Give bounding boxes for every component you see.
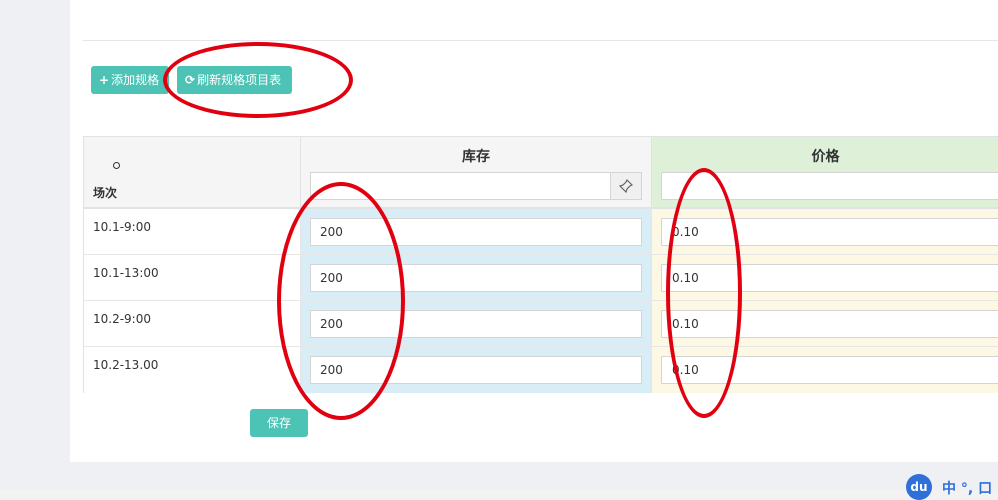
stock-input[interactable]: 200 bbox=[310, 218, 642, 246]
price-column-title: 价格 bbox=[811, 149, 840, 165]
stock-column-header: 库存 bbox=[301, 137, 652, 209]
table-row: 10.2-9:00 200 0.10 bbox=[84, 301, 998, 347]
stock-input[interactable]: 200 bbox=[310, 310, 642, 338]
table-row: 10.1-13:00 200 0.10 bbox=[84, 255, 998, 301]
stock-batch-input[interactable] bbox=[310, 172, 642, 200]
table-row: 10.1-9:00 200 0.10 bbox=[84, 209, 998, 255]
radio-icon[interactable] bbox=[113, 162, 120, 169]
add-spec-button[interactable]: + 添加规格 bbox=[91, 66, 169, 94]
row-header-cell: 场次 bbox=[84, 137, 301, 209]
refresh-spec-table-button[interactable]: ⟳ 刷新规格项目表 bbox=[177, 66, 292, 94]
spec-table: 场次 库存 价格 10.1-9:00 200 0.10 10.1-13:00 2… bbox=[83, 136, 998, 393]
apply-to-all-button[interactable] bbox=[610, 173, 641, 199]
pin-icon bbox=[619, 179, 633, 193]
row-name: 10.1-13:00 bbox=[93, 266, 159, 280]
divider bbox=[83, 40, 998, 41]
stock-input[interactable]: 200 bbox=[310, 264, 642, 292]
price-input[interactable]: 0.10 bbox=[661, 310, 998, 338]
row-name: 10.2-13.00 bbox=[93, 358, 159, 372]
ime-logo-icon: du bbox=[906, 474, 932, 500]
row-name: 10.2-9:00 bbox=[93, 312, 151, 326]
table-row: 10.2-13.00 200 0.10 bbox=[84, 347, 998, 393]
price-input[interactable]: 0.10 bbox=[661, 264, 998, 292]
plus-icon: + bbox=[99, 73, 110, 87]
price-input[interactable]: 0.10 bbox=[661, 218, 998, 246]
ime-status: 中 °, 口 bbox=[942, 481, 993, 497]
row-header-label: 场次 bbox=[93, 186, 118, 200]
stock-input[interactable]: 200 bbox=[310, 356, 642, 384]
price-column-header: 价格 bbox=[652, 137, 998, 209]
price-batch-input[interactable] bbox=[661, 172, 998, 200]
stock-column-title: 库存 bbox=[462, 149, 490, 165]
price-input[interactable]: 0.10 bbox=[661, 356, 998, 384]
save-button[interactable]: 保存 bbox=[250, 409, 308, 437]
row-name: 10.1-9:00 bbox=[93, 220, 151, 234]
status-bar bbox=[0, 490, 998, 500]
refresh-icon: ⟳ bbox=[185, 73, 196, 87]
ime-toolbar[interactable]: du 中 °, 口 bbox=[906, 474, 998, 500]
